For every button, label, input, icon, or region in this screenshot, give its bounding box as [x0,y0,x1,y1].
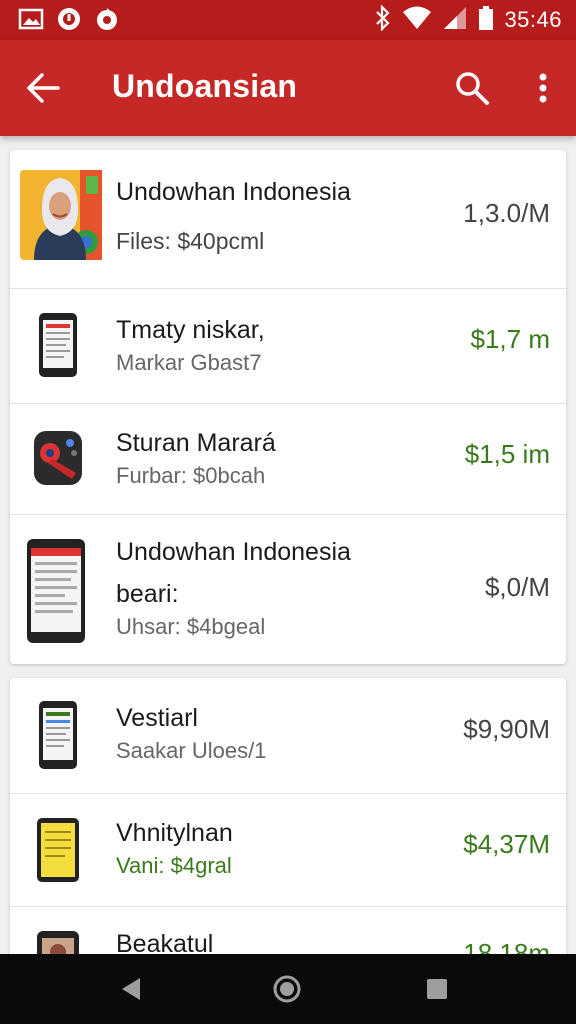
list-item[interactable]: Undowhan Indonesia beari: Uhsar: $4bgeal… [10,514,566,664]
wifi-icon [402,5,432,36]
list-card: Undowhan Indonesia Files: $40pcml 1,3.0/… [10,150,566,664]
phone-icon [38,700,78,770]
notes-icon [36,817,80,883]
bluetooth-icon [374,3,392,36]
item-name: Undowhan Indonesia [116,538,351,566]
item-subtitle: Furbar: $0bcah [116,463,266,488]
item-price: $9,90M [463,714,550,744]
more-vert-icon[interactable] [526,68,560,108]
navigation-bar [0,954,576,1024]
item-name: Sturan Marará [116,429,276,457]
back-triangle-icon[interactable] [116,974,146,1004]
phone-icon [38,312,78,378]
item-subtitle: Vani: $4gral [116,853,232,878]
app-title: Undoansian [112,68,298,104]
item-name: Vhnitylnan [116,819,233,847]
profile-photo-thumbnail [20,170,102,260]
item-name-line2: beari: [116,580,179,608]
status-right-icons: 35:46 [374,3,562,36]
item-name: Vestiarl [116,704,198,732]
list-item[interactable]: Vhnitylnan Vani: $4gral $4,37M [10,793,566,907]
item-subtitle: Files: $40pcml [116,228,265,254]
back-arrow-icon[interactable] [24,70,64,106]
status-time: 35:46 [504,7,562,32]
item-price: 1,3.0/M [463,198,550,228]
app-bar: Undoansian [0,40,576,136]
list-item[interactable]: Sturan Marará Furbar: $0bcah $1,5 im [10,403,566,515]
list-item[interactable]: Tmaty niskar, Markar Gbast7 $1,7 m [10,288,566,404]
image-icon [18,6,44,32]
item-price: $,0/M [484,572,550,602]
status-left-icons [18,6,120,32]
home-circle-icon[interactable] [272,974,302,1004]
alert-icon [56,6,82,32]
phone-icon [26,538,86,644]
search-icon[interactable] [452,68,492,108]
list-item[interactable]: Vestiarl Saakar Uloes/1 $9,90M [10,678,566,794]
item-price: $4,37M [463,829,550,859]
app-notification-icon [94,6,120,32]
battery-icon [478,5,494,36]
list-item[interactable]: Undowhan Indonesia Files: $40pcml 1,3.0/… [10,150,566,289]
list-card: Vestiarl Saakar Uloes/1 $9,90M Vhnitylna… [10,678,566,978]
game-controller-icon [32,427,84,489]
item-subtitle: Markar Gbast7 [116,350,262,375]
recents-square-icon[interactable] [422,974,452,1004]
item-name: Undowhan Indonesia [116,178,351,206]
status-bar: 35:46 [0,0,576,40]
item-name: Tmaty niskar, [116,316,265,344]
item-price: $1,5 im [464,439,550,469]
signal-icon [442,5,468,36]
item-subtitle: Uhsar: $4bgeal [116,614,266,639]
item-price: $1,7 m [470,324,551,354]
item-subtitle: Saakar Uloes/1 [116,738,267,763]
